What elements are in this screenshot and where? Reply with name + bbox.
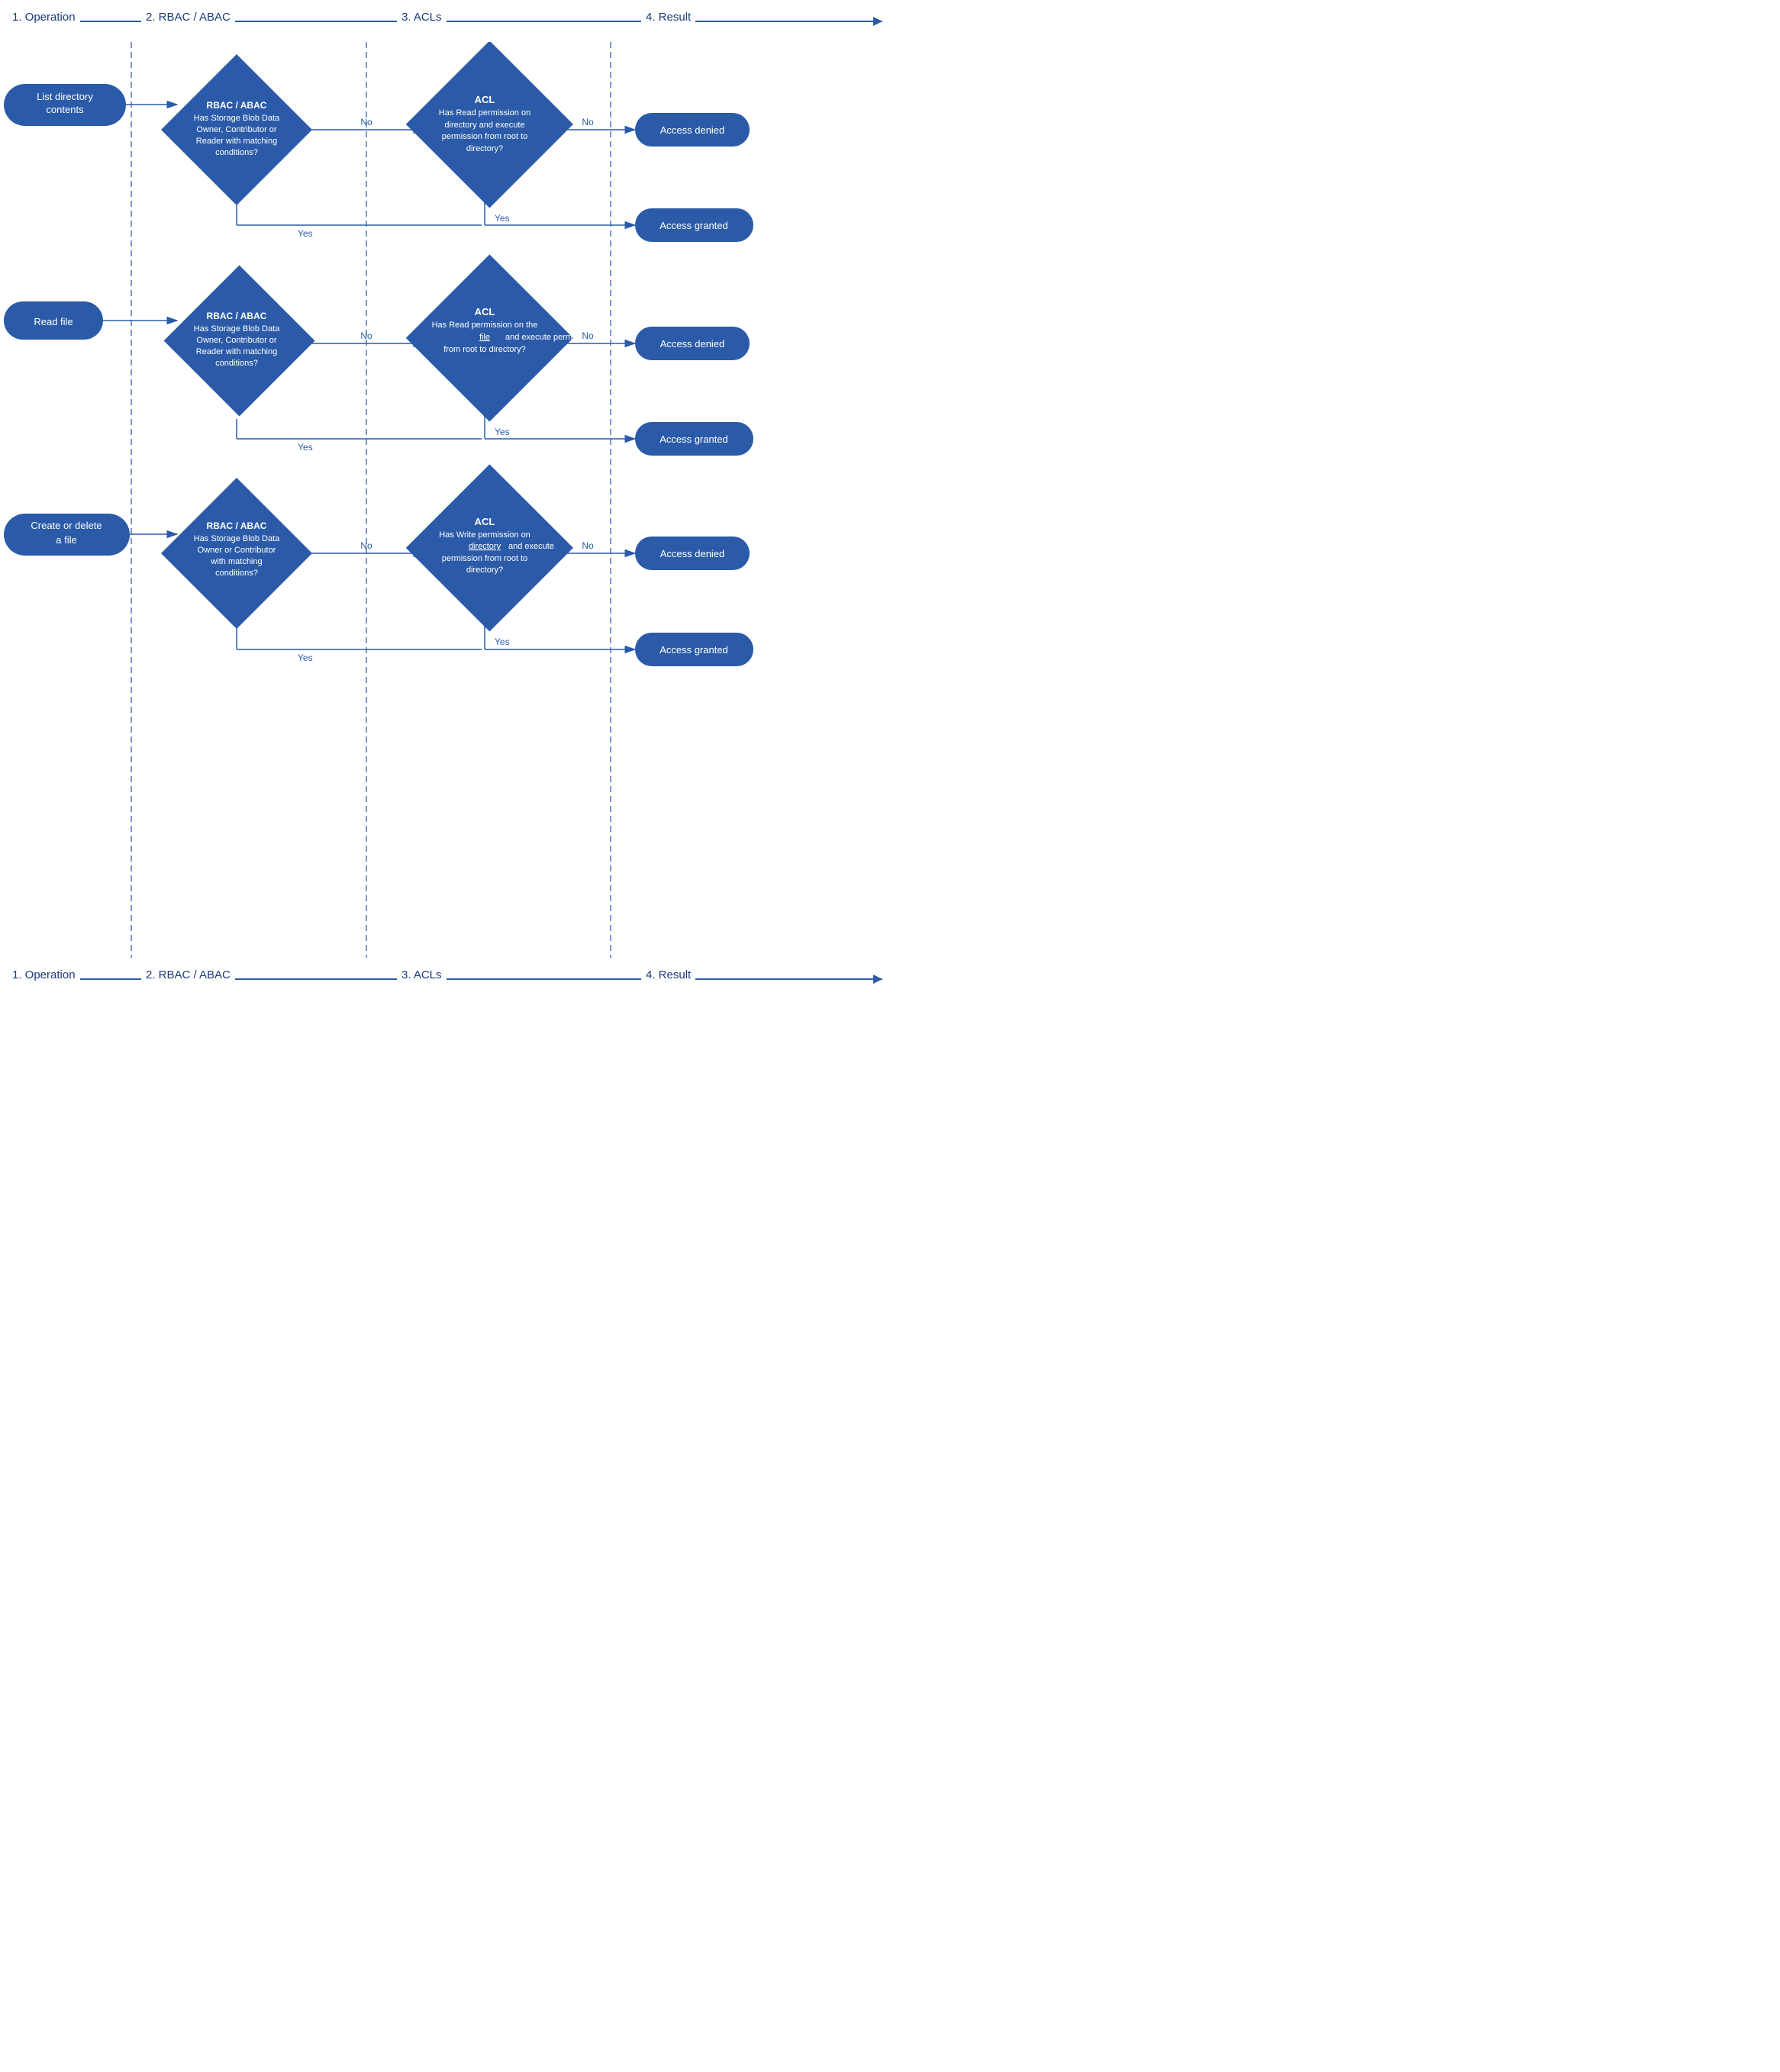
acl1-body1: Has Read permission on (439, 108, 530, 118)
footer-col3: 3. ACLs (397, 968, 447, 981)
rbac1-body1: Has Storage Blob Data (194, 114, 280, 123)
footer-col2: 2. RBAC / ABAC (141, 968, 235, 981)
rbac3-body1: Has Storage Blob Data (194, 534, 280, 543)
main-svg: List directory contents RBAC / ABAC Has … (0, 42, 890, 958)
granted1-label: Access granted (659, 220, 728, 231)
acl2-body1: Has Read permission on the (432, 321, 538, 330)
op1-label2: contents (46, 104, 84, 115)
acl2-title: ACL (475, 306, 495, 317)
acl2-body2-rest: and execute permission (505, 333, 594, 342)
acl3-yes-label: Yes (495, 636, 510, 647)
acl3-body2-rest: and execute (508, 542, 554, 551)
acl3-body4: directory? (466, 566, 503, 575)
op3-label2: a file (56, 534, 76, 546)
op2-label: Read file (34, 316, 73, 327)
rbac3-body2: Owner or Contributor (198, 546, 276, 555)
rbac2-body3: Reader with matching (196, 347, 277, 356)
acl1-no-label: No (582, 117, 594, 127)
acl3-body1: Has Write permission on (439, 530, 530, 540)
acl3-body2-underline: directory (469, 542, 501, 551)
op3-label1: Create or delete (31, 520, 102, 531)
denied1-label: Access denied (660, 124, 725, 136)
denied2-label: Access denied (660, 338, 725, 350)
rbac2-body4: conditions? (215, 359, 258, 368)
rbac3-no-label: No (360, 540, 372, 551)
granted3-label: Access granted (659, 644, 728, 656)
rbac2-no-label: No (360, 330, 372, 341)
header-col1: 1. Operation (8, 11, 80, 24)
op1-label: List directory (37, 91, 93, 102)
footer-col1: 1. Operation (8, 968, 80, 981)
rbac3-title: RBAC / ABAC (207, 520, 267, 531)
acl1-body4: directory? (466, 144, 503, 153)
denied3-label: Access denied (660, 548, 725, 559)
acl1-yes-label: Yes (495, 213, 510, 224)
header-col4: 4. Result (641, 11, 695, 24)
acl2-body3: from root to directory? (443, 345, 526, 354)
acl3-body3: permission from root to (442, 554, 527, 563)
acl1-body2: directory and execute (444, 121, 524, 130)
rbac2-body2: Owner, Contributor or (196, 336, 276, 345)
rbac1-body3: Reader with matching (196, 137, 277, 146)
rbac2-body1: Has Storage Blob Data (194, 324, 280, 334)
rbac2-title: RBAC / ABAC (207, 311, 267, 321)
acl2-no-label: No (582, 330, 594, 341)
acl1-title: ACL (475, 94, 495, 105)
footer-col4: 4. Result (641, 968, 695, 981)
granted2-label: Access granted (659, 433, 728, 445)
rbac1-body4: conditions? (215, 148, 258, 157)
rbac1-title: RBAC / ABAC (207, 100, 267, 111)
acl1-body3: permission from root to (442, 132, 527, 141)
header-bar: 1. Operation 2. RBAC / ABAC 3. ACLs 4. R… (0, 0, 890, 42)
header-col2: 2. RBAC / ABAC (141, 11, 235, 24)
rbac3-body3: with matching (210, 557, 262, 566)
acl3-no-label: No (582, 540, 594, 551)
acl2-yes-label: Yes (495, 427, 510, 437)
rbac2-yes-label: Yes (298, 442, 313, 453)
rbac1-no-label: No (360, 117, 372, 127)
rbac1-yes-label: Yes (298, 228, 313, 239)
rbac3-body4: conditions? (215, 569, 258, 578)
header-col3: 3. ACLs (397, 11, 447, 24)
acl3-title: ACL (475, 516, 495, 527)
diagram-container: 1. Operation 2. RBAC / ABAC 3. ACLs 4. R… (0, 0, 890, 1000)
footer-bar: 1. Operation 2. RBAC / ABAC 3. ACLs 4. R… (0, 958, 890, 1000)
rbac3-yes-label: Yes (298, 653, 313, 663)
rbac1-body2: Owner, Contributor or (196, 125, 276, 134)
acl2-body2-underline: file (479, 333, 490, 342)
